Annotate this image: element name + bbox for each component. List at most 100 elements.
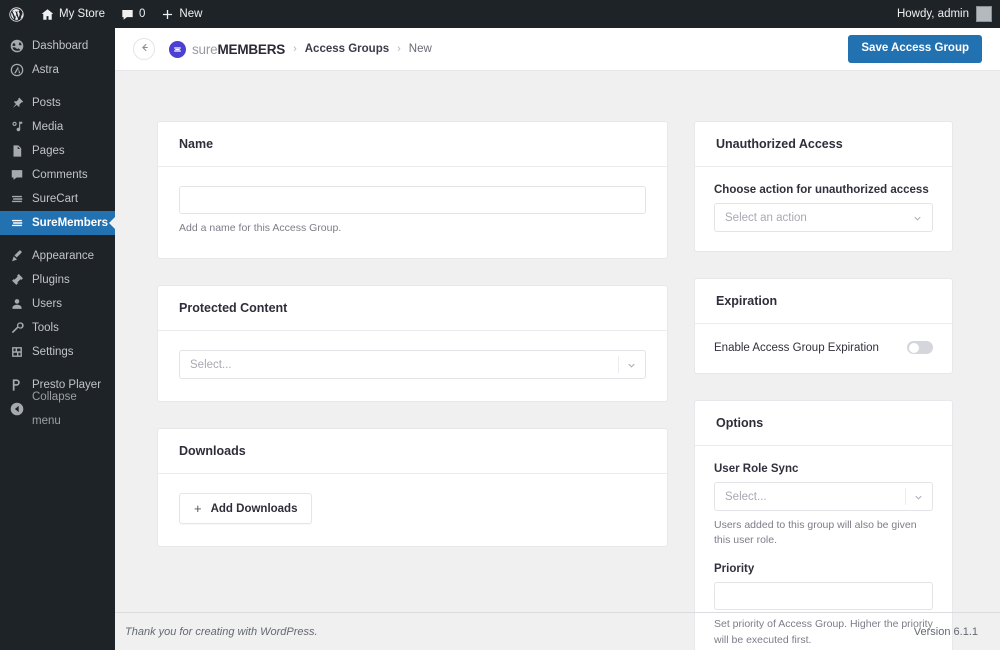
sidebar-item-dashboard[interactable]: Dashboard — [0, 34, 115, 58]
access-group-name-input[interactable] — [179, 186, 646, 214]
admin-sidebar: Dashboard Astra Posts Media Pages Commen… — [0, 28, 116, 650]
sidebar-item-astra[interactable]: Astra — [0, 58, 115, 82]
plugin-icon — [9, 273, 24, 288]
sidebar-item-surecart[interactable]: SureCart — [0, 187, 115, 211]
sidebar-item-collapse-menu[interactable]: Collapse menu — [0, 391, 115, 427]
pin-icon — [9, 96, 24, 111]
downloads-card-body: + Add Downloads — [158, 474, 667, 546]
footer-credit: Thank you for creating with WordPress. — [125, 625, 318, 638]
sidebar-item-label: Astra — [32, 64, 59, 76]
breadcrumb-separator: › — [293, 43, 297, 55]
unauthorized-action-select-value: Select an action — [725, 211, 807, 224]
protected-content-card-title: Protected Content — [158, 286, 667, 332]
admin-screen: My Store 0 New Howdy, admin Dashboard As… — [0, 0, 1000, 650]
new-content-menu[interactable]: New — [153, 0, 210, 28]
brand-wordmark: sureMEMBERS — [192, 42, 285, 57]
breadcrumb-access-groups[interactable]: Access Groups — [305, 43, 389, 55]
sidebar-item-label: Posts — [32, 97, 61, 109]
sidebar-item-label: Media — [32, 121, 64, 133]
options-card-title: Options — [695, 401, 952, 446]
protected-content-card-body: Select... — [158, 331, 667, 401]
downloads-card-title: Downloads — [158, 429, 667, 475]
sidebar-item-settings[interactable]: Settings — [0, 340, 115, 364]
plus-icon — [161, 8, 174, 21]
sidebar-item-label: Comments — [32, 169, 88, 181]
app-header: sureMEMBERS › Access Groups › New Save A… — [115, 28, 1000, 71]
sidebar-item-label: Users — [32, 298, 63, 310]
howdy-label: Howdy, admin — [896, 8, 969, 20]
name-card-title: Name — [158, 122, 667, 167]
surecart-icon — [9, 192, 24, 207]
sidebar-item-posts[interactable]: Posts — [0, 91, 115, 115]
new-content-label: New — [179, 8, 203, 20]
home-icon — [41, 8, 54, 21]
sidebar-item-tools[interactable]: Tools — [0, 316, 115, 340]
sidebar-item-suremembers[interactable]: SureMembers — [0, 211, 116, 235]
site-name-menu[interactable]: My Store — [33, 0, 113, 28]
users-icon — [9, 297, 24, 312]
priority-label: Priority — [714, 563, 755, 576]
sidebar-item-media[interactable]: Media — [0, 115, 115, 139]
sidebar-item-appearance[interactable]: Appearance — [0, 244, 115, 268]
collapse-icon — [9, 402, 24, 417]
sidebar-item-label: Tools — [32, 322, 59, 334]
sidebar-item-pages[interactable]: Pages — [0, 139, 115, 163]
sidebar-item-users[interactable]: Users — [0, 292, 115, 316]
unauthorized-action-label: Choose action for unauthorized access — [714, 184, 929, 196]
expiration-toggle-label: Enable Access Group Expiration — [714, 341, 879, 354]
expiration-card-title: Expiration — [695, 279, 952, 324]
unauthorized-access-card-title: Unauthorized Access — [695, 122, 952, 167]
name-card-body: Add a name for this Access Group. — [158, 167, 667, 258]
select-divider — [905, 488, 906, 505]
user-role-sync-label: User Role Sync — [714, 463, 799, 475]
suremembers-brand[interactable]: sureMEMBERS — [169, 40, 285, 58]
presto-player-icon — [9, 378, 24, 393]
media-icon — [9, 120, 24, 135]
brand-prefix: sure — [192, 41, 218, 57]
primary-column: Name Add a name for this Access Group. P… — [157, 121, 668, 650]
sidebar-item-label: Appearance — [32, 250, 95, 262]
sidebar-item-plugins[interactable]: Plugins — [0, 268, 115, 292]
sidebar-divider — [0, 364, 115, 373]
back-button[interactable] — [133, 38, 155, 60]
user-role-sync-helper-text: Users added to this group will also be g… — [714, 519, 917, 547]
expiration-toggle-row: Enable Access Group Expiration — [714, 341, 933, 354]
add-downloads-label: Add Downloads — [210, 502, 298, 515]
comment-count: 0 — [139, 8, 146, 20]
account-menu[interactable]: Howdy, admin — [897, 6, 1000, 22]
sidebar-item-label: Settings — [32, 346, 74, 358]
wordpress-logo-menu[interactable] — [0, 0, 33, 28]
sidebar-item-label: SureCart — [32, 193, 79, 205]
arrow-left-icon — [139, 40, 150, 58]
comment-icon — [9, 168, 24, 183]
user-role-sync-select[interactable]: Select... — [714, 482, 933, 511]
expiration-card: Expiration Enable Access Group Expiratio… — [694, 278, 953, 374]
enable-expiration-toggle[interactable] — [907, 341, 933, 354]
downloads-card: Downloads + Add Downloads — [157, 428, 668, 548]
comments-menu[interactable]: 0 — [113, 0, 153, 28]
select-divider — [618, 356, 619, 374]
unauthorized-action-select[interactable]: Select an action — [714, 203, 933, 232]
settings-icon — [9, 345, 24, 360]
sidebar-item-label: Collapse menu — [32, 391, 77, 427]
site-name-label: My Store — [59, 8, 106, 20]
unauthorized-access-card-body: Choose action for unauthorized access Se… — [695, 167, 952, 251]
suremembers-logo-icon — [169, 40, 186, 58]
priority-input[interactable] — [714, 582, 933, 611]
sidebar-divider — [0, 235, 115, 244]
breadcrumb-new: New — [408, 43, 432, 55]
user-role-sync-select-value: Select... — [725, 490, 767, 503]
protected-content-card: Protected Content Select... — [157, 285, 668, 403]
protected-content-select[interactable]: Select... — [179, 350, 646, 380]
admin-footer: Thank you for creating with WordPress. V… — [115, 612, 1000, 650]
save-access-group-button[interactable]: Save Access Group — [848, 35, 982, 63]
chevron-down-icon — [626, 360, 637, 371]
wp-admin-bar: My Store 0 New Howdy, admin — [0, 0, 1000, 28]
add-downloads-button[interactable]: + Add Downloads — [179, 493, 313, 525]
comment-bubble-icon — [121, 8, 134, 21]
chevron-down-icon — [913, 492, 924, 503]
suremembers-icon — [9, 216, 24, 231]
sidebar-item-comments[interactable]: Comments — [0, 163, 115, 187]
sidebar-item-label: Dashboard — [32, 40, 89, 52]
toggle-knob — [908, 342, 919, 353]
